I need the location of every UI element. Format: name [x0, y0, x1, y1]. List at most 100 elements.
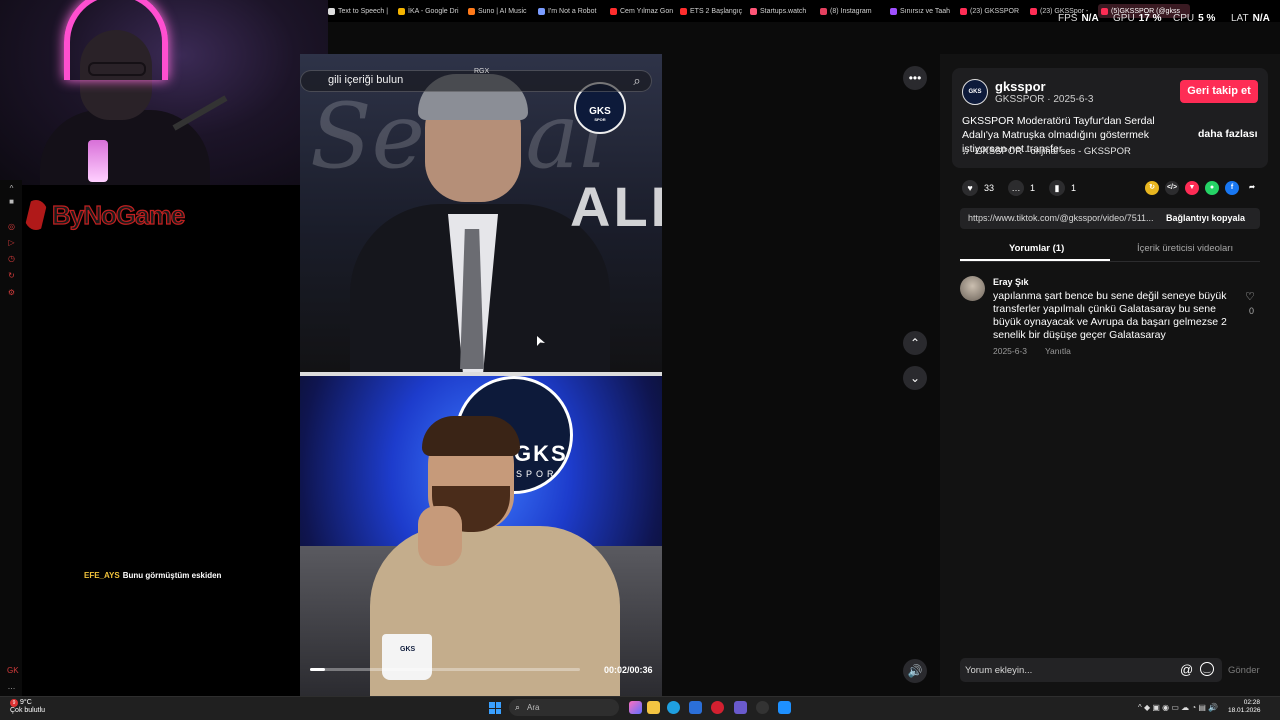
video-progress-fill	[310, 668, 326, 671]
clock-icon[interactable]: ◷	[7, 254, 16, 263]
previous-video-button[interactable]: ⌃	[903, 331, 927, 355]
video-progress-bar[interactable]	[310, 668, 580, 671]
browser-tab-label: ETS 2 Başlangıç	[690, 7, 743, 15]
discord-app-icon[interactable]	[734, 701, 747, 714]
file-explorer-icon[interactable]	[647, 701, 660, 714]
browser-tab-label: Startups.watch	[760, 7, 807, 15]
show-more-link[interactable]: daha fazlası	[1198, 128, 1258, 140]
discord-icon[interactable]: ■	[7, 197, 16, 206]
browser-tab[interactable]: İKA - Google Dri	[398, 4, 464, 18]
browser-tab-label: Sınırsız ve Taah	[900, 7, 951, 15]
gks-mug: GKS	[382, 634, 432, 680]
music-label[interactable]: GKSSPOR - orijinal ses - GKSSPOR	[975, 146, 1131, 157]
tab-favicon-icon	[680, 7, 687, 15]
like-count: 33	[984, 183, 995, 193]
browser-tab-label: İKA - Google Dri	[408, 7, 459, 15]
search-icon[interactable]: ⌕	[622, 71, 652, 91]
repost-icon[interactable]: ↻	[1145, 181, 1159, 195]
studio-logo-text: GKS	[514, 441, 568, 466]
next-video-button[interactable]: ⌄	[903, 366, 927, 390]
more-options-button[interactable]: •••	[903, 66, 927, 90]
store-icon[interactable]	[689, 701, 702, 714]
comment-icon[interactable]: …	[1008, 180, 1025, 196]
app-icon[interactable]	[778, 701, 791, 714]
perf-metric: GPU 17 %	[1113, 11, 1161, 25]
browser-tab[interactable]: Sınırsız ve Taah	[890, 4, 956, 18]
follow-back-button[interactable]: Geri takip et	[1180, 80, 1258, 103]
tab-creator-videos[interactable]: İçerik üreticisi videoları	[1137, 243, 1233, 254]
perf-value: N/A	[1081, 12, 1099, 24]
search-placeholder[interactable]: gili içeriği bulun	[328, 74, 403, 86]
comment-date: 2025-6-3	[993, 346, 1028, 356]
opera-icon[interactable]	[711, 701, 724, 714]
browser-tab[interactable]: (8) Instagram	[820, 4, 886, 18]
active-tab-indicator	[960, 259, 1110, 261]
browser-tab-label: Cem Yılmaz Gon	[620, 7, 674, 15]
browser-tab[interactable]: I'm Not a Robot	[538, 4, 604, 18]
record-icon[interactable]: ◎	[7, 222, 16, 231]
tab-favicon-icon	[820, 7, 827, 15]
microphone-arm	[172, 95, 228, 131]
perf-label: LAT	[1231, 12, 1249, 24]
browser-tab[interactable]: Cem Yılmaz Gon	[610, 4, 676, 18]
windows-start-icon[interactable]	[489, 702, 501, 714]
taskbar-clock[interactable]: 02:28 18.01.2026	[1228, 699, 1261, 715]
glowing-cup	[88, 140, 108, 182]
chat-username: EFE_AYS	[84, 571, 120, 580]
emoji-icon[interactable]: ‿	[1200, 662, 1214, 676]
facebook-icon[interactable]: f	[1225, 181, 1239, 195]
weather-widget[interactable]: 9 9°C Çok bulutlu	[10, 699, 45, 715]
tab-comments[interactable]: Yorumlar (1)	[1009, 243, 1064, 254]
comment-like-count: 0	[1249, 306, 1255, 316]
system-tray[interactable]: ^ ◆ ▣ ◉ ▭ ☁ ◔ ▤ 🔊	[1138, 703, 1218, 712]
gk-icon[interactable]: GK	[7, 666, 19, 675]
guest-hand	[418, 506, 462, 566]
settings-icon[interactable]: ⚙	[7, 288, 16, 297]
badge-subtext: SPOR	[594, 117, 606, 122]
obs-icon[interactable]	[756, 701, 769, 714]
perf-label: GPU	[1113, 12, 1135, 24]
copy-link-button[interactable]: Bağlantıyı kopyala	[1166, 213, 1245, 223]
volume-button[interactable]: 🔊	[903, 659, 927, 683]
tab-favicon-icon	[1030, 7, 1037, 15]
name-overlay: ALI	[570, 175, 662, 238]
reply-button[interactable]: Yanıtla	[1045, 346, 1071, 356]
commenter-name[interactable]: Eray Şık	[993, 277, 1029, 287]
taskbar-search[interactable]: Ara	[509, 699, 619, 716]
browser-tab[interactable]: (23) GKSSPOR	[960, 4, 1026, 18]
tab-favicon-icon	[538, 7, 545, 15]
browser-tab[interactable]: Suno | AI Music	[468, 4, 534, 18]
commenter-avatar[interactable]	[960, 276, 985, 301]
whatsapp-icon[interactable]: ●	[1205, 181, 1219, 195]
author-username[interactable]: gksspor	[995, 79, 1046, 94]
browser-tab[interactable]: ETS 2 Başlangıç	[680, 4, 746, 18]
video-link[interactable]: https://www.tiktok.com/@gksspor/video/75…	[968, 213, 1162, 223]
author-avatar[interactable]: GKS	[962, 79, 988, 105]
stream-left-panel	[0, 185, 300, 696]
comment-heart-icon[interactable]: ♡	[1245, 290, 1255, 303]
notification-badge: 9	[10, 699, 18, 707]
play-icon[interactable]: ▷	[7, 238, 16, 247]
weather-temp: 9°C	[20, 699, 32, 706]
perf-metric: CPU 5 %	[1173, 11, 1215, 25]
send-button[interactable]: Gönder	[1228, 665, 1260, 676]
music-info[interactable]: ♫ GKSSPOR - orijinal ses - GKSSPOR	[962, 146, 1131, 157]
chevron-up-icon[interactable]: ^	[7, 184, 16, 193]
browser-tab[interactable]: Text to Speech |	[328, 4, 394, 18]
send-icon[interactable]: ▼	[1185, 181, 1199, 195]
browser-tab[interactable]: Startups.watch	[750, 4, 816, 18]
heart-icon[interactable]: ♥	[962, 180, 978, 196]
refresh-icon[interactable]: ↻	[7, 271, 16, 280]
more-dots-icon[interactable]: …	[7, 682, 16, 691]
edge-icon[interactable]	[667, 701, 680, 714]
browser-tab-label: (8) Instagram	[830, 7, 872, 15]
search-icon[interactable]: ⌕	[515, 702, 520, 713]
embed-icon[interactable]: </>	[1165, 181, 1179, 195]
bookmark-icon[interactable]: ▮	[1049, 180, 1066, 196]
share-arrow-icon[interactable]: ➦	[1245, 181, 1259, 195]
comment-count: 1	[1030, 183, 1036, 193]
chat-message: EFE_AYS Bunu görmüştüm eskiden	[84, 571, 221, 580]
copilot-icon[interactable]	[629, 701, 642, 714]
video-player[interactable]: Serdal ALI GKS SPOR gili içeriği bulun ⌕…	[300, 54, 662, 696]
mention-icon[interactable]: @	[1180, 662, 1193, 677]
